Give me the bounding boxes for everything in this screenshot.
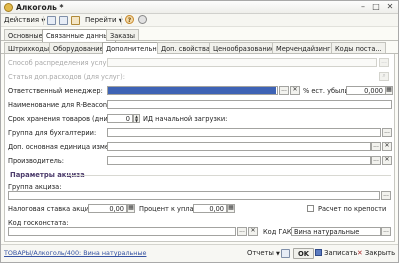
new-document-icon[interactable] — [47, 16, 56, 25]
calculator-icon[interactable]: ▦ — [127, 204, 135, 213]
choose-button[interactable]: ... — [371, 156, 381, 165]
expense-article-label: Статья доп.расходов (для услуг): — [8, 73, 125, 81]
clear-icon[interactable]: ✕ — [290, 86, 300, 95]
clear-icon[interactable]: ✕ — [382, 142, 392, 151]
actions-label: Действия — [4, 16, 40, 24]
manufacturer-label: Производитель: — [8, 157, 64, 165]
close-icon: ✕ — [357, 249, 363, 257]
window-title: Алкоголь * — [16, 3, 64, 12]
sub-tabs: Штрихкоды Оборудование Дополнительно Доп… — [1, 42, 398, 55]
by-strength-label: Расчет по крепости — [318, 205, 387, 213]
choose-button[interactable]: ... — [381, 227, 391, 236]
distribution-method-label: Способ распределения услуги : — [8, 59, 119, 67]
responsible-manager-field[interactable] — [107, 86, 278, 95]
item-path-link[interactable]: ТОВАРЫ/Алкоголь/400: Вина натуральные — [4, 249, 146, 257]
accounting-group-field[interactable] — [107, 128, 381, 137]
close-icon[interactable]: ✕ — [385, 3, 395, 12]
choose-button: ... — [379, 58, 389, 67]
choose-button[interactable]: ... — [279, 86, 289, 95]
extra-unit-field[interactable] — [107, 142, 371, 151]
close-button[interactable]: ✕ Закрыть — [357, 248, 395, 259]
payment-percent-field[interactable]: 0,00 — [193, 204, 227, 213]
distribution-method-field — [107, 58, 377, 67]
info-icon[interactable] — [138, 15, 147, 24]
toolbar: Действия ▼ Перейти ▼ ? — [1, 14, 398, 27]
additional-tab-panel: Способ распределения услуги : ... Статья… — [4, 54, 395, 242]
toolbar-separator — [121, 16, 122, 25]
calculator-icon[interactable]: ▦ — [227, 204, 235, 213]
responsible-manager-label: Ответственный менеджер: — [8, 87, 103, 95]
choose-button[interactable]: ... — [382, 128, 392, 137]
loss-percent-field[interactable]: 0,000 — [346, 86, 386, 95]
structure-icon[interactable] — [71, 16, 80, 25]
tax-rate-field[interactable]: 0,00 — [88, 204, 127, 213]
toolbar-separator — [43, 16, 44, 25]
goto-menu-button[interactable]: Перейти ▼ — [85, 16, 123, 24]
chevron-down-icon: ▼ — [276, 251, 280, 257]
goto-label: Перейти — [85, 16, 117, 24]
calculator-icon[interactable]: ▦ — [385, 86, 393, 95]
maximize-icon[interactable]: □ — [371, 3, 381, 12]
copy-icon[interactable] — [59, 16, 68, 25]
help-icon[interactable]: ? — [125, 15, 134, 24]
initial-load-id-label: ИД начальной загрузки: — [143, 115, 228, 123]
clear-icon[interactable]: ✕ — [382, 156, 392, 165]
choose-button[interactable]: ... — [381, 191, 391, 200]
spin-stepper-icon[interactable]: ▲ ▼ — [133, 114, 140, 123]
top-tabs: Основные Связанные данные Заказы — [1, 29, 398, 42]
clear-icon[interactable]: ✕ — [248, 227, 258, 236]
by-strength-checkbox[interactable] — [307, 205, 314, 212]
rbeacon-name-label: Наименование для R-Beacon: — [8, 101, 110, 109]
document-window: Алкоголь * – □ ✕ Действия ▼ Перейти ▼ ? … — [0, 0, 399, 263]
selection-highlight — [108, 87, 276, 94]
shelf-life-field[interactable]: 0 — [107, 114, 133, 123]
gov-code-label: Код госконстата: — [8, 219, 69, 227]
minimize-icon[interactable]: – — [358, 3, 368, 12]
save-icon — [315, 249, 322, 256]
reports-menu-button[interactable]: Отчеты ▼ — [247, 248, 280, 259]
choose-button[interactable]: ... — [237, 227, 247, 236]
actions-menu-button[interactable]: Действия ▼ — [4, 16, 45, 24]
manufacturer-field[interactable] — [107, 156, 371, 165]
section-divider — [67, 175, 391, 176]
app-icon — [4, 3, 13, 12]
ok-button[interactable]: OK — [293, 248, 315, 259]
tax-rate-label: Налоговая ставка акциза: — [8, 205, 99, 213]
rbeacon-name-field[interactable] — [107, 100, 392, 109]
gak-code-label: Код ГАК: — [263, 228, 294, 236]
gov-code-field[interactable] — [8, 227, 236, 236]
choose-button[interactable]: ... — [371, 142, 381, 151]
gak-code-field[interactable]: Вина натуральные — [291, 227, 381, 236]
print-icon[interactable] — [281, 249, 290, 258]
excise-group-label: Группа акциза: — [8, 183, 62, 191]
accounting-group-label: Группа для бухгалтерии: — [8, 129, 97, 137]
shelf-life-label: Срок хранения товаров (дни) : — [8, 115, 115, 123]
loss-percent-label: % ест. убыли: — [303, 87, 351, 95]
save-button[interactable]: Записать — [315, 248, 357, 259]
title-bar: Алкоголь * – □ ✕ — [1, 1, 398, 14]
search-icon: ⌕ — [379, 72, 389, 81]
excise-group-field[interactable] — [8, 191, 380, 200]
status-bar: ТОВАРЫ/Алкоголь/400: Вина натуральные От… — [1, 244, 398, 262]
